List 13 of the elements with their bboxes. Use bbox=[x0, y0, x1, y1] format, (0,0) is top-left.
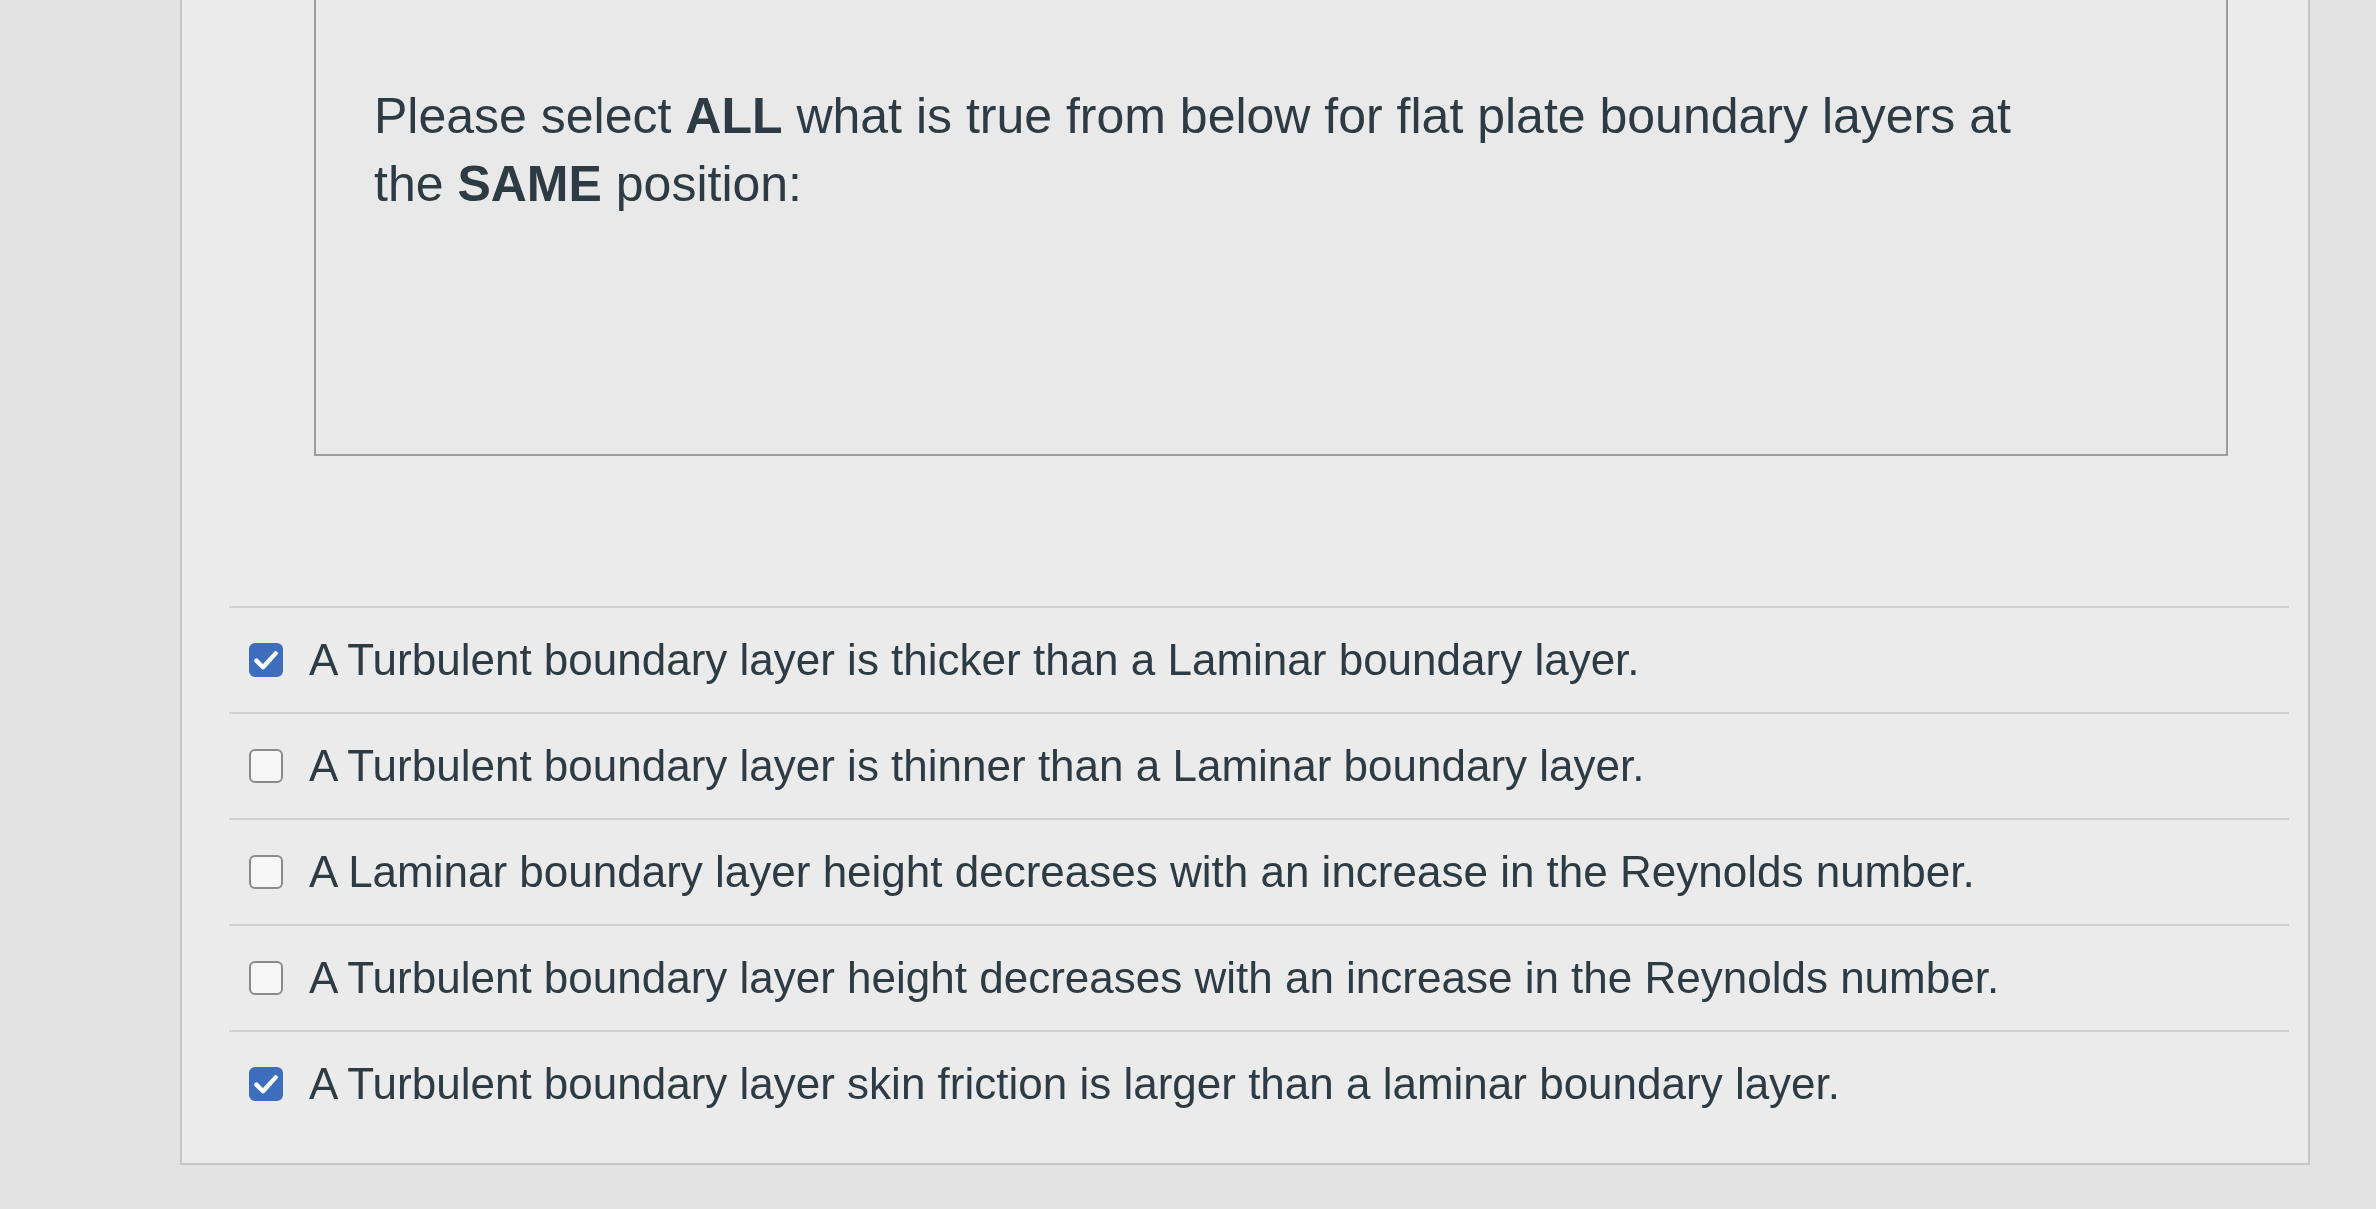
option-label[interactable]: A Turbulent boundary layer height decreases with an increase in the Reynolds number. bbox=[309, 950, 2000, 1006]
checkbox[interactable] bbox=[249, 961, 283, 995]
option-label[interactable]: A Turbulent boundary layer is thinner than a Laminar boundary layer. bbox=[309, 738, 1645, 794]
checkbox[interactable] bbox=[249, 749, 283, 783]
option-label[interactable]: A Turbulent boundary layer skin friction is larger than a laminar boundary layer. bbox=[309, 1056, 1841, 1112]
option-label[interactable]: A Turbulent boundary layer is thicker than a Laminar boundary layer. bbox=[309, 632, 1640, 688]
option-label[interactable]: A Laminar boundary layer height decreases with an increase in the Reynolds number. bbox=[309, 844, 1975, 900]
checkbox[interactable] bbox=[249, 643, 283, 677]
checkbox[interactable] bbox=[249, 1067, 283, 1101]
check-icon bbox=[254, 650, 278, 670]
check-icon bbox=[254, 1074, 278, 1094]
checkbox[interactable] bbox=[249, 855, 283, 889]
question-text: Please select ALL what is true from below for flat plate boundary layers at the SAME position: bbox=[374, 87, 2012, 214]
